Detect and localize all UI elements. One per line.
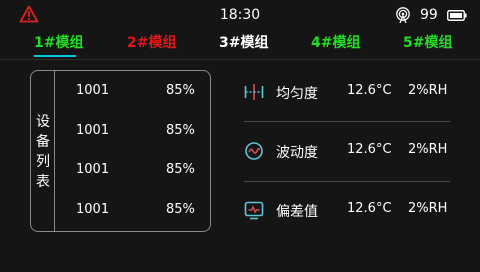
device-list-panel: 设 备 列 表 1001 85% 1001 85% 1001 85% 1001 … [30,70,211,232]
metric-temperature: 12.6°C [347,142,392,157]
device-value: 85% [166,123,195,138]
metric-divider [244,181,450,182]
device-row[interactable]: 1001 85% [55,123,210,143]
metric-humidity: 2%RH [408,142,448,157]
metric-deviation[interactable]: 偏差值 12.6°C 2%RH [244,199,450,221]
fluctuation-icon [245,142,263,160]
active-tab-indicator [34,55,76,57]
tab-module-4[interactable]: 4#模组 [311,34,360,58]
device-list-header-char: 表 [36,174,50,190]
status-bar: 18:30 99 [0,0,480,30]
metric-temperature: 12.6°C [347,201,392,216]
device-value: 85% [166,83,195,98]
tab-module-2[interactable]: 2#模组 [127,34,176,58]
device-id: 1001 [76,123,110,138]
device-row[interactable]: 1001 85% [55,83,210,103]
device-row[interactable]: 1001 85% [55,202,210,222]
wireless-signal-icon [396,7,410,23]
metric-label: 波动度 [276,145,318,161]
metric-temperature: 12.6°C [347,83,392,98]
header-divider [0,59,480,60]
device-list-header-char: 设 [36,114,50,130]
deviation-icon [244,201,264,220]
device-list-header: 设 备 列 表 [31,71,55,231]
metric-humidity: 2%RH [408,83,448,98]
device-id: 1001 [76,202,110,217]
metric-label: 均匀度 [276,86,318,102]
battery-percent: 99 [420,7,438,23]
battery-icon [447,10,467,21]
metric-fluctuation[interactable]: 波动度 12.6°C 2%RH [244,140,450,162]
device-list-header-char: 备 [36,134,50,150]
device-value: 85% [166,202,195,217]
device-list-header-char: 列 [36,154,50,170]
tab-module-3[interactable]: 3#模组 [219,34,268,58]
device-id: 1001 [76,162,110,177]
metric-label: 偏差值 [276,204,318,220]
metric-divider [244,121,450,122]
metric-uniformity[interactable]: 均匀度 12.6°C 2%RH [244,81,450,103]
device-id: 1001 [76,83,110,98]
tab-module-5[interactable]: 5#模组 [403,34,452,58]
uniformity-icon [244,84,264,100]
device-row[interactable]: 1001 85% [55,162,210,182]
device-value: 85% [166,162,195,177]
metric-humidity: 2%RH [408,201,448,216]
